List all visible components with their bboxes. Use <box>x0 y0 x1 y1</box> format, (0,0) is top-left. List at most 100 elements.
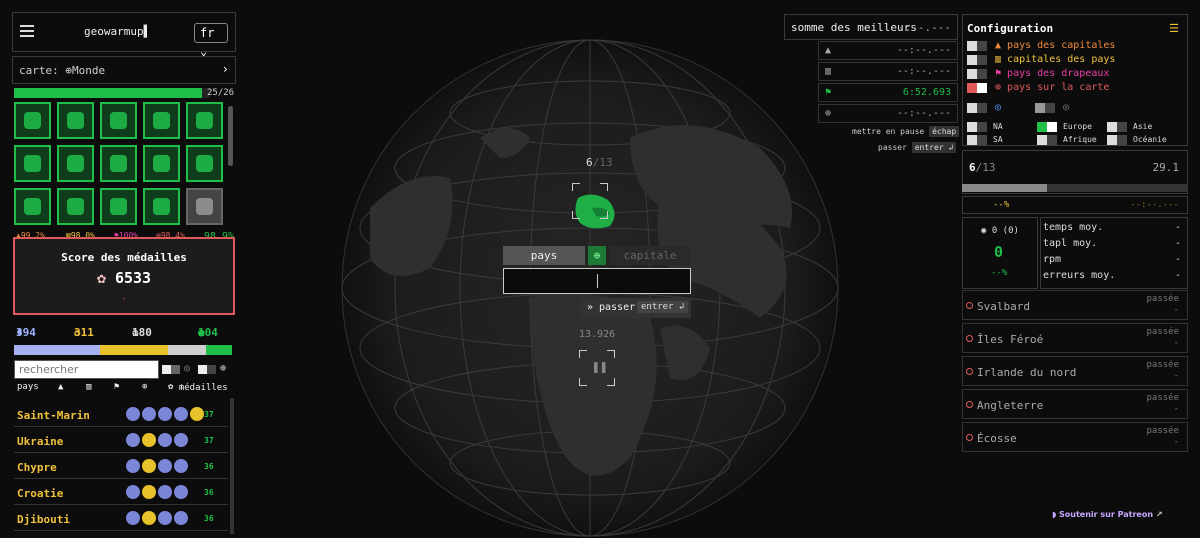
col-capital-cities-icon[interactable]: ▥ <box>86 382 91 392</box>
search-filters[interactable]: ◎ ⊕ <box>162 363 236 377</box>
mode-capital-tab[interactable]: capitale <box>609 246 691 265</box>
table-row[interactable]: Saint-Marin 37 <box>14 403 228 427</box>
map-medal-icon <box>174 407 188 421</box>
grid-scrollbar[interactable] <box>228 106 233 166</box>
extra-medal-icon <box>190 407 204 421</box>
un-toggle[interactable] <box>967 103 987 113</box>
pause-button[interactable]: ❚❚ <box>579 350 615 386</box>
table-row[interactable]: Chypre 36 <box>14 455 228 479</box>
language-select[interactable]: fr ⌄ <box>194 23 228 58</box>
medal-tile[interactable] <box>186 145 223 182</box>
option-label: ⚑ pays des drapeaux <box>995 68 1109 79</box>
stat-value: - <box>1174 238 1181 249</box>
list-scrollbar[interactable] <box>230 398 234 534</box>
passed-status-dash: - <box>1173 404 1179 414</box>
globe-filter-icon[interactable]: ⊕ <box>220 363 226 374</box>
capitals-icon: ▲ <box>825 45 832 56</box>
region-toggle[interactable] <box>1037 135 1057 145</box>
col-capitals-icon[interactable]: ▲ <box>58 382 63 392</box>
chevron-right-icon[interactable]: › <box>222 62 229 76</box>
passed-item[interactable]: Irlande du nord passée - <box>962 356 1188 386</box>
medal-tile-grid[interactable] <box>14 102 224 227</box>
col-flag-icon[interactable]: ⚑ <box>114 382 119 392</box>
medal-tile[interactable] <box>143 145 180 182</box>
medal-tile[interactable] <box>100 145 137 182</box>
flag-icon: ⚑ <box>995 68 1008 79</box>
region-label: NA <box>993 122 1003 131</box>
region-toggle[interactable] <box>1107 122 1127 132</box>
passed-item[interactable]: Svalbard passée - <box>962 290 1188 320</box>
country-name: Ukraine <box>17 435 64 448</box>
medal-tile[interactable] <box>57 102 94 139</box>
passed-item[interactable]: Îles Féroé passée - <box>962 323 1188 353</box>
region-toggle[interactable] <box>967 135 987 145</box>
col-medals[interactable]: ✿ médailles ↓ <box>168 382 228 393</box>
region-toggle[interactable] <box>1037 122 1057 132</box>
map-icon <box>966 302 973 309</box>
menu-icon[interactable] <box>20 25 34 37</box>
pause-icon: ❚❚ <box>592 360 608 375</box>
table-row[interactable]: Djibouti 36 <box>14 507 228 531</box>
option-toggle[interactable] <box>967 55 987 65</box>
table-row[interactable]: Croatie 36 <box>14 481 228 505</box>
medal-tile[interactable] <box>57 145 94 182</box>
medal-tile[interactable] <box>14 102 51 139</box>
passed-name: Îles Féroé <box>977 333 1044 346</box>
un-icon[interactable]: ◎ <box>184 363 190 374</box>
passed-status-dash: - <box>1173 371 1179 381</box>
table-row[interactable]: Ukraine 37 <box>14 429 228 453</box>
map-selector[interactable]: carte: ⊕Monde › <box>12 56 236 84</box>
best-sum-value: --:--.--- <box>891 21 951 34</box>
col-country[interactable]: pays <box>17 382 39 392</box>
streak-icon: ◉ <box>981 226 987 236</box>
medal-tile[interactable] <box>100 102 137 139</box>
skip-button[interactable]: » passer entrer ↲ <box>581 298 691 318</box>
pause-hint-key: échap <box>929 126 960 137</box>
map-mode-icon[interactable]: ⊕ <box>588 246 606 265</box>
col-medals-label: médailles <box>178 383 228 393</box>
option-toggle[interactable] <box>967 83 987 93</box>
search-input[interactable] <box>14 360 159 379</box>
option-text: pays sur la carte <box>1007 82 1110 93</box>
collection-progress-label: 25/26 <box>207 88 235 98</box>
col-map-icon[interactable]: ⊕ <box>142 382 147 392</box>
medal-tile[interactable] <box>143 102 180 139</box>
capital-cities-medal-icon <box>142 459 156 473</box>
map-icon <box>966 368 973 375</box>
stat-value: - <box>1174 254 1181 265</box>
medal-tile[interactable] <box>186 102 223 139</box>
stat-label: erreurs moy. <box>1043 270 1116 281</box>
gold-count-value: 311 <box>74 326 94 339</box>
option-toggle[interactable] <box>967 41 987 51</box>
medal-tile[interactable] <box>186 188 223 225</box>
passed-item[interactable]: Écosse passée - <box>962 422 1188 452</box>
filter-toggle[interactable] <box>162 365 180 374</box>
table-header: pays ▲ ▥ ⚑ ⊕ ✿ médailles ↓ <box>14 381 236 395</box>
capitals-medal-icon <box>126 407 140 421</box>
region-toggle[interactable] <box>1107 135 1127 145</box>
non-un-icon: ◎ <box>1063 102 1070 113</box>
passed-item[interactable]: Angleterre passée - <box>962 389 1188 419</box>
region-label: SA <box>993 135 1003 144</box>
option-label: ▲ pays des capitales <box>995 40 1115 51</box>
medal-tile[interactable] <box>100 188 137 225</box>
map-icon <box>966 335 973 342</box>
medal-tile[interactable] <box>143 188 180 225</box>
non-un-toggle[interactable] <box>1035 103 1055 113</box>
mode-country-tab[interactable]: pays <box>503 246 585 265</box>
answer-input[interactable] <box>503 268 691 294</box>
filter-toggle-2[interactable] <box>198 365 216 374</box>
medal-tile[interactable] <box>14 188 51 225</box>
map-icon <box>966 434 973 441</box>
medal-points: 36 <box>204 462 214 471</box>
passed-status: passée - <box>1146 294 1179 316</box>
list-icon[interactable]: ☰ <box>1169 22 1179 35</box>
medal-tile[interactable] <box>57 188 94 225</box>
option-toggle[interactable] <box>967 69 987 79</box>
medal-tile[interactable] <box>14 145 51 182</box>
medal-points: 36 <box>204 488 214 497</box>
capitals-medal-icon <box>126 459 140 473</box>
region-toggle[interactable] <box>967 122 987 132</box>
passed-name: Svalbard <box>977 300 1030 313</box>
patreon-link[interactable]: ◗ Soutenir sur Patreon ↗ <box>1052 510 1163 519</box>
